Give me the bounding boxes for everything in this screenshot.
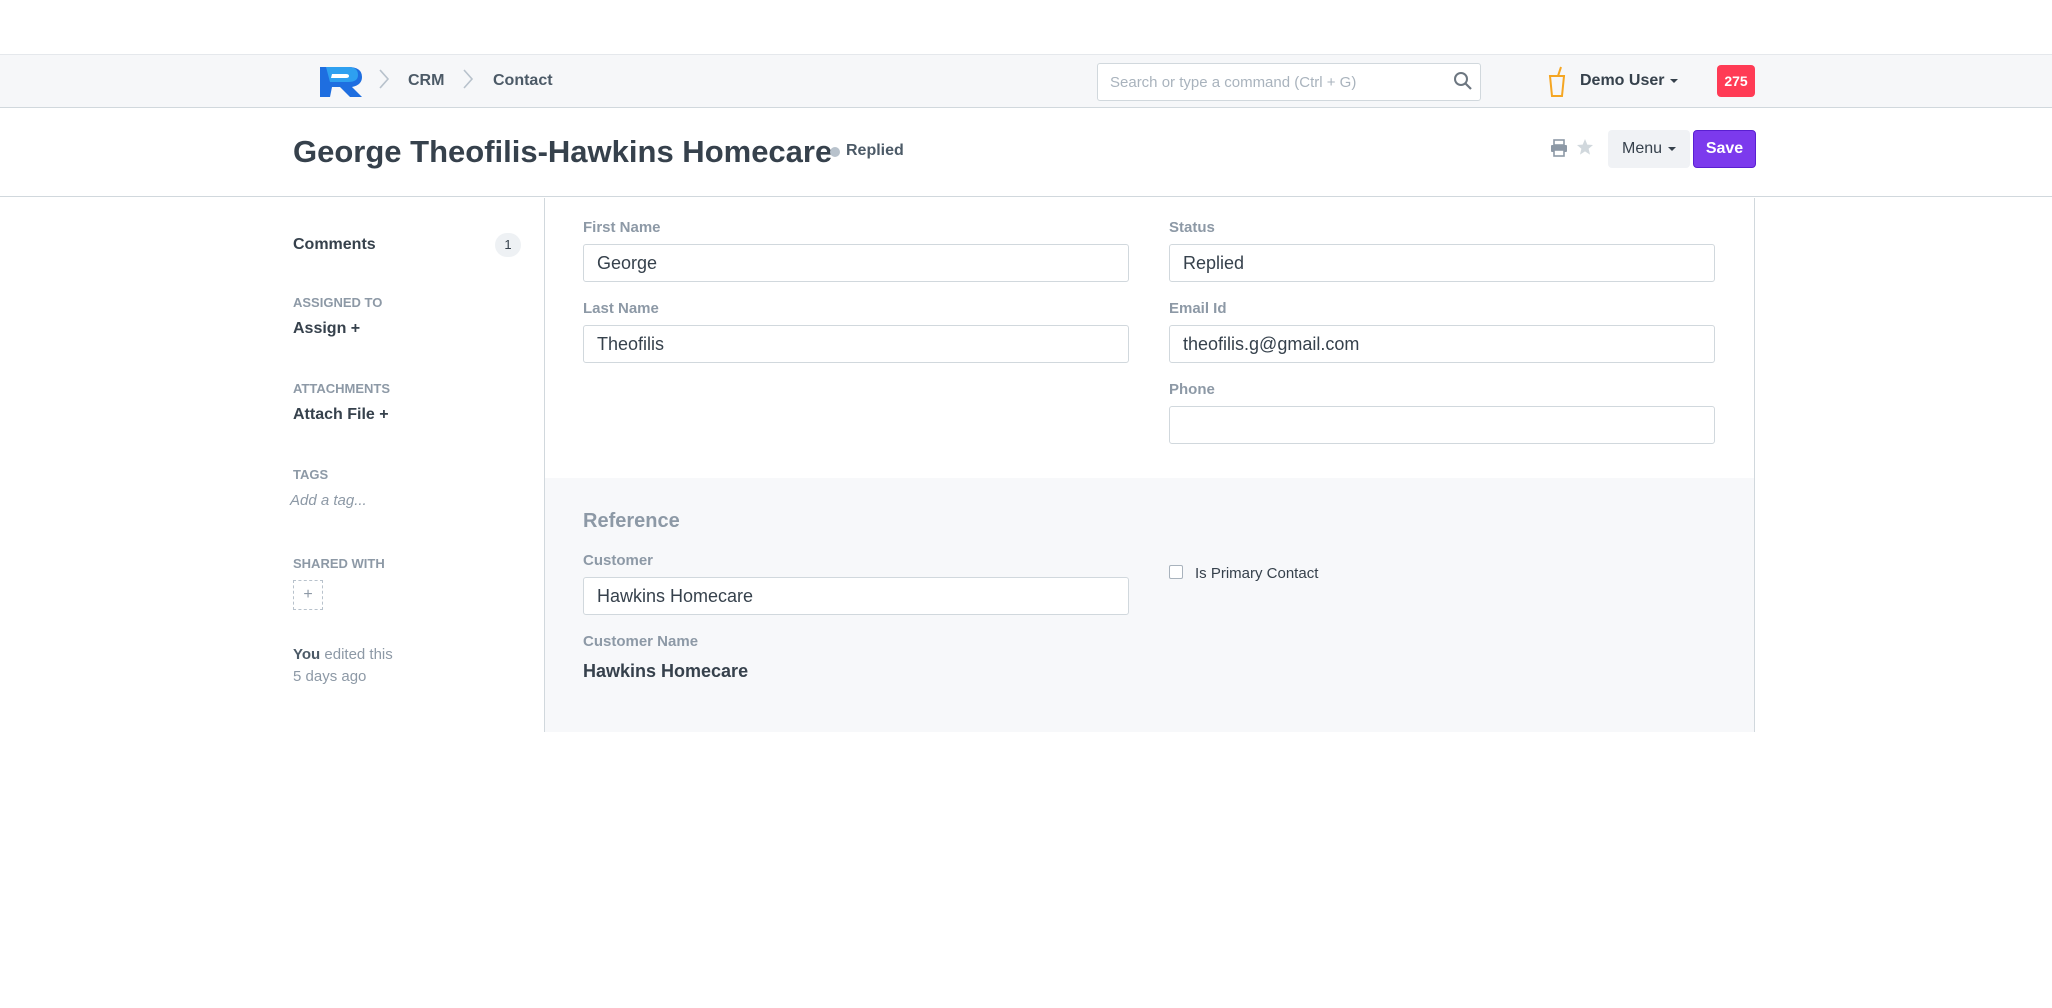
chevron-right-icon bbox=[379, 69, 390, 89]
attach-file-button[interactable]: Attach File + bbox=[293, 406, 389, 424]
customer-name-value: Hawkins Homecare bbox=[583, 661, 749, 681]
first-name-field[interactable] bbox=[583, 244, 1129, 282]
breadcrumb-contact[interactable]: Contact bbox=[493, 72, 553, 90]
page-title: George Theofilis-Hawkins Homecare bbox=[293, 134, 833, 169]
last-name-label: Last Name bbox=[583, 300, 659, 317]
star-icon[interactable] bbox=[1576, 138, 1594, 156]
save-button[interactable]: Save bbox=[1693, 130, 1756, 168]
navbar: CRM Contact Demo User 275 bbox=[0, 54, 2052, 108]
email-label: Email Id bbox=[1169, 300, 1227, 317]
caret-down-icon bbox=[1670, 78, 1679, 83]
last-edit-info: You edited this 5 days ago bbox=[293, 644, 393, 688]
edit-time: 5 days ago bbox=[293, 668, 367, 685]
comments-count: 1 bbox=[495, 233, 521, 257]
breadcrumb-crm[interactable]: CRM bbox=[408, 72, 444, 90]
email-field[interactable] bbox=[1169, 325, 1715, 363]
customer-label: Customer bbox=[583, 552, 654, 569]
add-tag-input[interactable]: Add a tag... bbox=[290, 492, 367, 509]
reference-heading: Reference bbox=[583, 510, 680, 532]
search-icon[interactable] bbox=[1453, 71, 1473, 91]
chevron-right-icon bbox=[463, 69, 474, 89]
caret-down-icon bbox=[1668, 146, 1677, 151]
comments-link[interactable]: Comments bbox=[293, 236, 376, 254]
edit-user: You bbox=[293, 646, 321, 663]
attachments-label: ATTACHMENTS bbox=[293, 381, 391, 396]
shared-with-label: SHARED WITH bbox=[293, 556, 385, 571]
primary-contact-label: Is Primary Contact bbox=[1195, 565, 1319, 582]
cup-icon bbox=[1548, 66, 1566, 97]
status-field[interactable] bbox=[1169, 244, 1715, 282]
status-indicator bbox=[830, 147, 840, 157]
user-menu[interactable]: Demo User bbox=[1580, 72, 1679, 90]
page-head: George Theofilis-Hawkins Homecare Replie… bbox=[0, 108, 2052, 197]
phone-label: Phone bbox=[1169, 381, 1215, 398]
status-label: Status bbox=[1169, 219, 1215, 236]
primary-contact-checkbox[interactable] bbox=[1169, 565, 1183, 579]
phone-field[interactable] bbox=[1169, 406, 1715, 444]
share-add-button[interactable]: + bbox=[293, 580, 323, 610]
menu-button[interactable]: Menu bbox=[1608, 130, 1690, 168]
assigned-to-label: ASSIGNED TO bbox=[293, 295, 383, 310]
status-badge: Replied bbox=[846, 142, 904, 159]
user-name: Demo User bbox=[1580, 72, 1665, 89]
customer-field[interactable] bbox=[583, 577, 1129, 615]
edit-text: edited this bbox=[324, 646, 393, 663]
first-name-label: First Name bbox=[583, 219, 661, 236]
logo-icon[interactable] bbox=[318, 65, 364, 99]
tags-label: TAGS bbox=[293, 467, 329, 482]
last-name-field[interactable] bbox=[583, 325, 1129, 363]
assign-button[interactable]: Assign + bbox=[293, 320, 360, 338]
search-input[interactable] bbox=[1097, 63, 1481, 101]
notification-badge[interactable]: 275 bbox=[1717, 65, 1755, 97]
customer-name-label: Customer Name bbox=[583, 633, 699, 650]
form-main: First Name Last Name Status Email Id Pho… bbox=[544, 198, 1755, 732]
print-icon[interactable] bbox=[1550, 139, 1568, 157]
menu-label: Menu bbox=[1621, 140, 1663, 157]
